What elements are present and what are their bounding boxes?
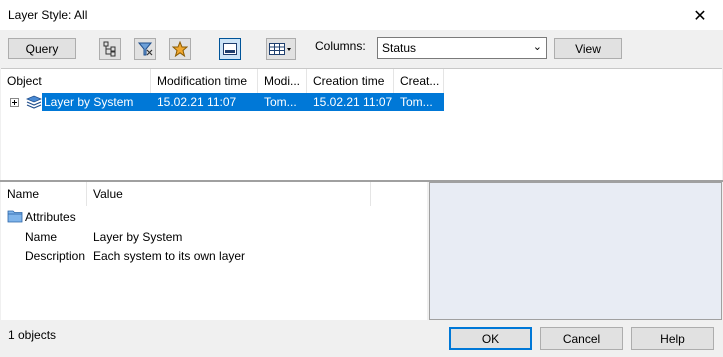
object-tree[interactable]: Object Modification time Modi... Creatio… bbox=[1, 68, 722, 180]
attributes-group-label: Attributes bbox=[25, 210, 76, 224]
close-icon[interactable]: ✕ bbox=[677, 0, 723, 30]
column-header-created-by[interactable]: Creat... bbox=[394, 69, 444, 93]
cancel-button[interactable]: Cancel bbox=[540, 327, 623, 350]
row-creation-time: 15.02.21 11:07 bbox=[313, 95, 393, 109]
toolbar: Query Columns: Status ⌄ View bbox=[0, 30, 723, 66]
property-name: Description bbox=[25, 249, 86, 263]
properties-pane: Name Value Attributes Name Layer by Syst… bbox=[1, 182, 427, 320]
layer-stack-icon bbox=[26, 95, 42, 109]
row-modification-time: 15.02.21 11:07 bbox=[157, 95, 237, 109]
property-name: Name bbox=[25, 230, 58, 244]
query-button[interactable]: Query bbox=[8, 38, 76, 59]
table-columns-dropdown-icon bbox=[269, 43, 291, 55]
property-value: Layer by System bbox=[93, 230, 183, 244]
title-bar: Layer Style: All ✕ bbox=[0, 0, 723, 30]
folder-icon bbox=[7, 210, 23, 223]
table-columns-dropdown-button[interactable] bbox=[266, 38, 296, 60]
columns-select[interactable]: Status ⌄ bbox=[377, 37, 547, 59]
column-header-value[interactable]: Value bbox=[87, 182, 371, 206]
ok-button[interactable]: OK bbox=[449, 327, 532, 350]
column-header-name[interactable]: Name bbox=[1, 182, 87, 206]
favorite-star-icon bbox=[172, 41, 188, 57]
property-value: Each system to its own layer bbox=[93, 249, 246, 263]
view-button[interactable]: View bbox=[554, 38, 622, 59]
column-header-object[interactable]: Object bbox=[1, 69, 151, 93]
columns-select-value: Status bbox=[382, 41, 417, 55]
columns-label: Columns: bbox=[315, 39, 366, 53]
column-header-creation-time[interactable]: Creation time bbox=[307, 69, 394, 93]
favorites-button[interactable] bbox=[169, 38, 191, 60]
chevron-down-icon: ⌄ bbox=[532, 40, 542, 53]
object-count: 1 objects bbox=[8, 328, 57, 342]
row-modified-by: Tom... bbox=[264, 95, 297, 109]
row-object: Layer by System bbox=[44, 95, 134, 109]
preview-pane-toggle[interactable] bbox=[219, 38, 241, 60]
tree-structure-button[interactable] bbox=[99, 38, 121, 60]
filter-select-button[interactable] bbox=[134, 38, 156, 60]
help-button[interactable]: Help bbox=[631, 327, 714, 350]
status-bar: 1 objects OK Cancel Help bbox=[0, 320, 723, 357]
expand-icon[interactable] bbox=[10, 98, 19, 107]
column-header-modification-time[interactable]: Modification time bbox=[151, 69, 258, 93]
window-title: Layer Style: All bbox=[8, 8, 88, 22]
filter-select-icon bbox=[137, 42, 153, 56]
preview-pane-icon bbox=[223, 43, 237, 55]
row-created-by: Tom... bbox=[400, 95, 433, 109]
column-header-modified-by[interactable]: Modi... bbox=[258, 69, 307, 93]
preview-pane bbox=[429, 182, 722, 320]
tree-structure-icon bbox=[103, 41, 116, 57]
